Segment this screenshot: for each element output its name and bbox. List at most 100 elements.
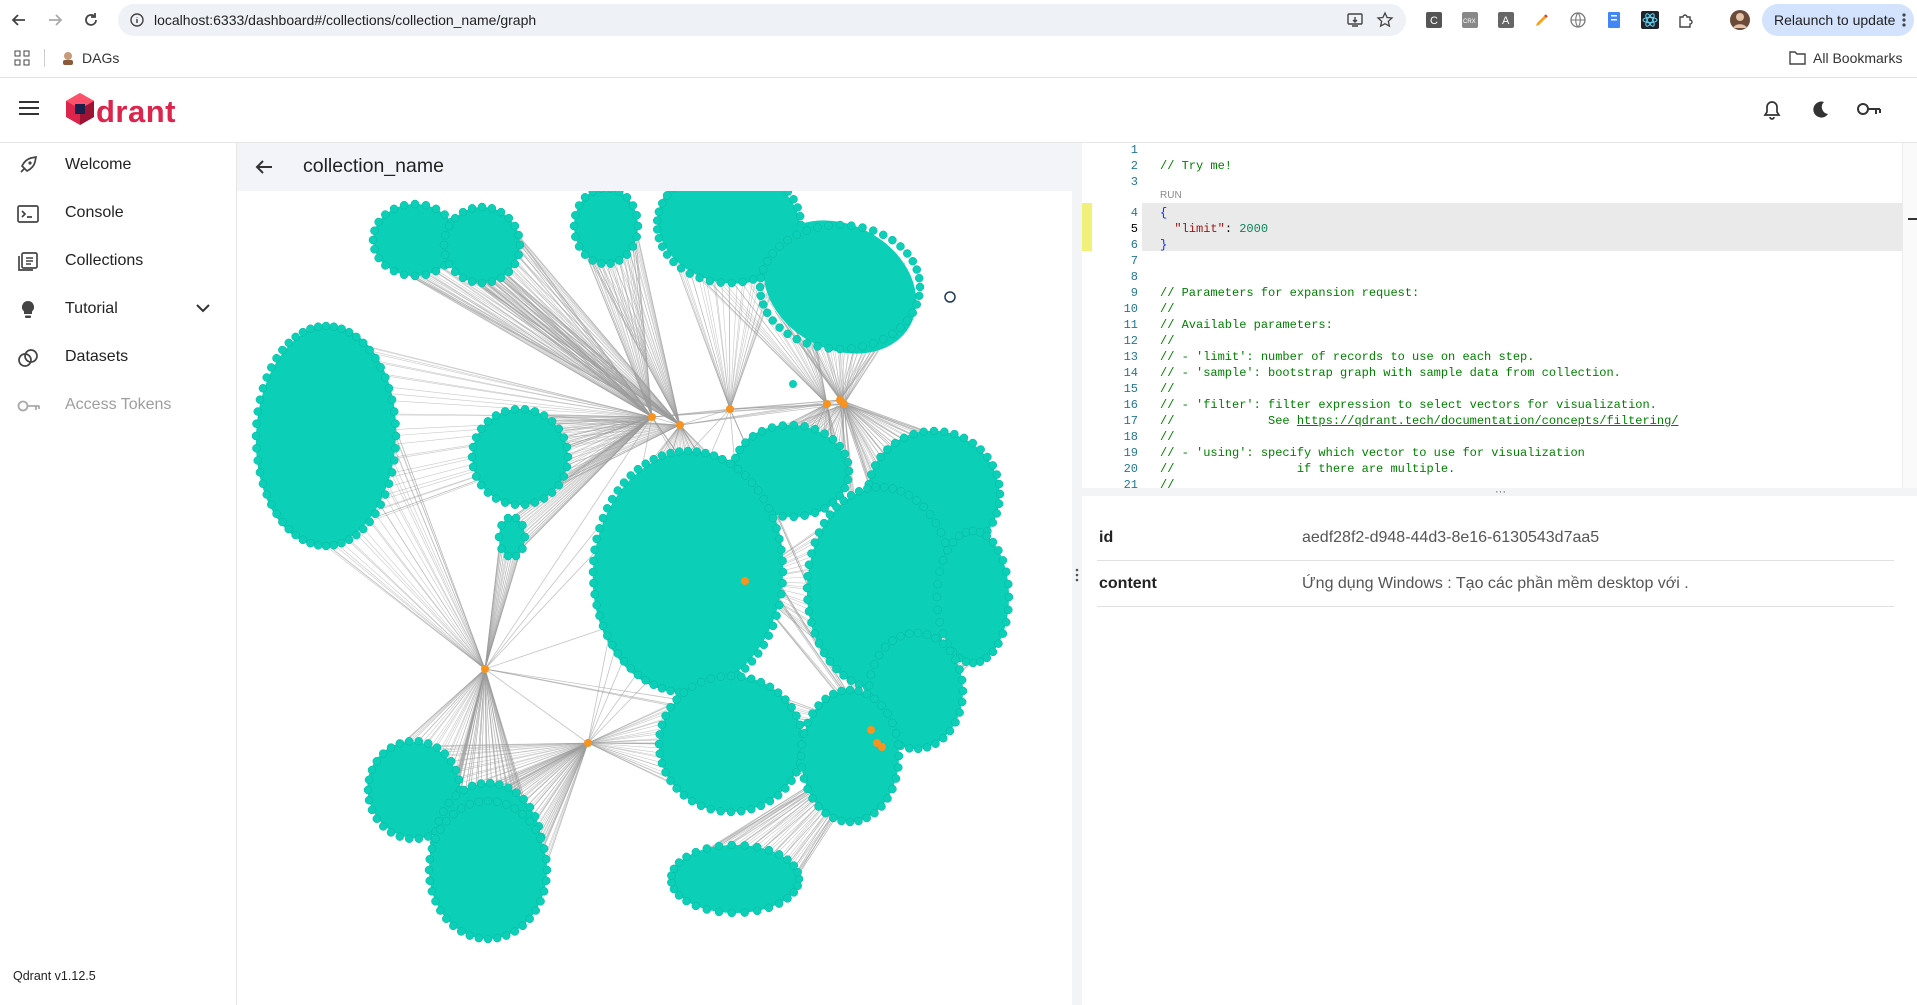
code-line[interactable]: // [1160, 382, 1174, 396]
graph-node [896, 242, 905, 251]
datasets-icon [17, 348, 39, 368]
graph-node [774, 899, 784, 908]
svg-text:C: C [1430, 15, 1438, 27]
line-number: 10 [1123, 302, 1138, 316]
chevron-down-icon[interactable] [196, 304, 210, 313]
url-text[interactable]: localhost:6333/dashboard#/collections/co… [154, 12, 536, 28]
extension-doc-icon[interactable] [1605, 11, 1623, 29]
code-line[interactable]: "limit": 2000 [1160, 222, 1268, 236]
graph-node [588, 567, 598, 577]
graph-node [716, 672, 726, 681]
code-line[interactable]: // See https://qdrant.tech/documentation… [1160, 414, 1679, 428]
graph-node [459, 785, 468, 795]
graph-node [391, 444, 400, 453]
more-options-icon[interactable] [1902, 12, 1907, 28]
graph-node [518, 544, 527, 554]
extension-pen-icon[interactable] [1533, 11, 1551, 29]
code-line[interactable]: // [1160, 302, 1174, 316]
address-bar[interactable]: localhost:6333/dashboard#/collections/co… [118, 4, 1406, 36]
code-line[interactable]: // [1160, 430, 1174, 444]
graph-node [903, 316, 912, 325]
menu-icon[interactable] [19, 100, 39, 116]
graph-node [735, 445, 744, 455]
code-line[interactable]: // - 'sample': bootstrap graph with samp… [1160, 366, 1621, 380]
profile-avatar-icon[interactable] [1729, 9, 1751, 31]
sidebar-item-console[interactable]: Console [0, 191, 236, 237]
filtering-docs-link[interactable]: https://qdrant.tech/documentation/concep… [1297, 414, 1679, 428]
extensions-puzzle-icon[interactable] [1677, 11, 1695, 29]
graph-node [795, 211, 805, 221]
graph-node [451, 791, 461, 800]
graph-node [764, 903, 774, 913]
extension-c-icon[interactable]: C [1425, 11, 1443, 29]
graph-node [431, 266, 441, 276]
svg-text:CRX: CRX [1463, 19, 1476, 25]
sidebar-item-collections[interactable]: Collections [0, 239, 236, 285]
graph-node [883, 709, 892, 718]
extension-crx-icon[interactable]: CRX [1461, 11, 1479, 29]
graph-node [500, 498, 510, 507]
code-line[interactable]: // - 'limit': number of records to use o… [1160, 350, 1534, 364]
code-line[interactable]: // - 'using': specify which vector to us… [1160, 446, 1585, 460]
graph-node [329, 322, 339, 331]
all-bookmarks[interactable]: All Bookmarks [1813, 50, 1902, 66]
run-button[interactable]: RUN [1160, 190, 1182, 201]
editor-resize-handle[interactable]: ··· [1082, 486, 1917, 498]
code-line[interactable]: { [1160, 206, 1167, 220]
code-line[interactable]: // Available parameters: [1160, 318, 1333, 332]
forward-icon[interactable] [44, 9, 66, 31]
point-details: id aedf28f2-d948-44d3-8e16-6130543d7aa5 … [1097, 515, 1894, 607]
hub-node [584, 739, 592, 747]
code-line[interactable]: // [1160, 334, 1174, 348]
sidebar-item-datasets[interactable]: Datasets [0, 335, 236, 381]
install-app-icon[interactable] [1346, 11, 1364, 29]
notifications-bell-icon[interactable] [1763, 100, 1781, 120]
site-info-icon[interactable] [128, 11, 146, 29]
graph-node [891, 774, 901, 783]
request-editor[interactable]: RUN 1 2 3 4 5 6 7 8 9 10 11 12 13 14 15 … [1082, 143, 1917, 488]
graph-node [252, 444, 261, 453]
graph-node [321, 321, 331, 331]
back-icon[interactable] [8, 9, 30, 31]
page-title: collection_name [303, 155, 444, 177]
graph-node [494, 532, 504, 542]
graph-node [888, 784, 897, 794]
graph-node [869, 660, 879, 669]
back-arrow-icon[interactable] [255, 159, 273, 175]
graph-node [436, 906, 445, 915]
relaunch-button[interactable]: Relaunch to update [1762, 4, 1914, 36]
extension-a-icon[interactable]: A [1497, 11, 1515, 29]
code-line[interactable]: // Try me! [1160, 159, 1232, 173]
graph-node [913, 744, 923, 754]
dark-mode-moon-icon[interactable] [1811, 100, 1830, 119]
graph-node [863, 484, 872, 493]
graph-node [879, 334, 888, 344]
api-key-icon[interactable] [1857, 102, 1881, 116]
panel-resize-handle[interactable] [1072, 143, 1082, 1005]
code-line[interactable]: // if there are multiple. [1160, 462, 1455, 476]
code-line[interactable]: // [1160, 478, 1174, 488]
graph-node [781, 695, 790, 704]
graph-node [890, 438, 900, 448]
graph-node [957, 697, 967, 707]
code-line[interactable]: // - 'filter': filter expression to sele… [1160, 398, 1657, 412]
sidebar-item-welcome[interactable]: Welcome [0, 143, 236, 189]
detail-key: id [1099, 529, 1114, 546]
graph-node [702, 844, 712, 853]
graph-visualization[interactable] [237, 191, 1072, 1005]
graph-node [628, 242, 638, 251]
apps-grid-icon[interactable] [14, 50, 30, 66]
graph-node [258, 479, 268, 488]
extension-globe-icon[interactable] [1569, 11, 1587, 29]
bookmark-dags[interactable]: DAGs [82, 50, 119, 66]
sidebar-item-tutorial[interactable]: Tutorial [0, 287, 236, 333]
extension-react-icon[interactable] [1641, 11, 1659, 29]
graph-canvas[interactable] [237, 191, 1072, 1005]
bookmark-star-icon[interactable] [1376, 11, 1394, 29]
graph-node [500, 407, 510, 416]
code-line[interactable]: // Parameters for expansion request: [1160, 286, 1419, 300]
code-line[interactable]: } [1160, 238, 1167, 252]
editor-scrollbar[interactable] [1902, 143, 1917, 488]
reload-icon[interactable] [80, 9, 102, 31]
graph-node [828, 689, 838, 699]
